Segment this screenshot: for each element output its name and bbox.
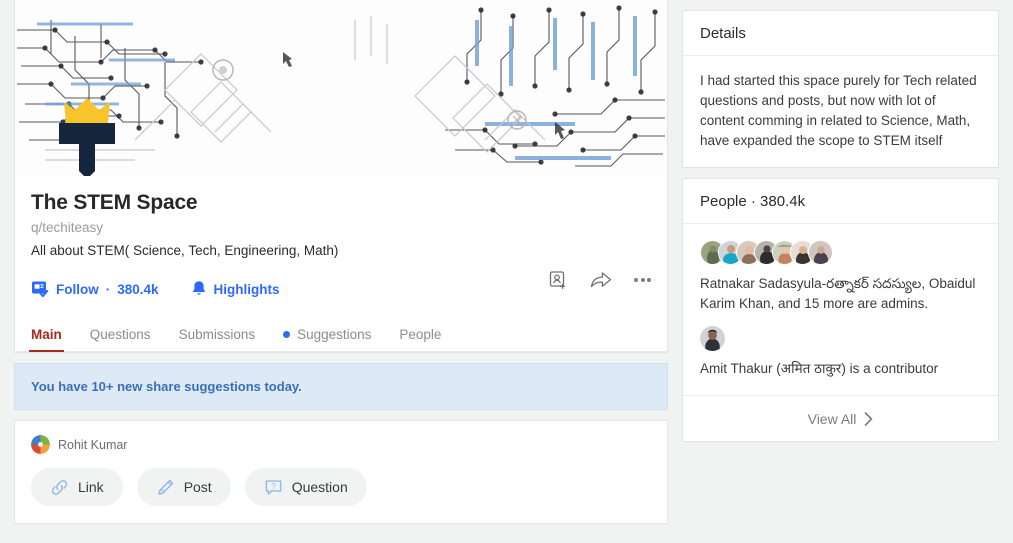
follow-count: 380.4k: [117, 281, 159, 297]
sidebar-column: Details I had started this space purely …: [668, 0, 999, 543]
people-card: People · 380.4k Ratnakar Sadasyula-రత్నా…: [682, 178, 999, 442]
add-question-button[interactable]: ? Question: [244, 468, 367, 506]
follow-separator: ·: [105, 281, 111, 297]
space-identity: The STEM Space q/techiteasy All about ST…: [15, 176, 667, 260]
space-logo: [51, 98, 123, 176]
tab-submissions-label: Submissions: [178, 327, 256, 342]
tab-questions-label: Questions: [89, 327, 151, 342]
composer-user-name: Rohit Kumar: [58, 437, 128, 452]
crown-icon: [64, 98, 110, 123]
composer-actions: Link Post ? Question: [31, 468, 651, 506]
space-page: The STEM Space q/techiteasy All about ST…: [0, 0, 1013, 543]
add-post-label: Post: [183, 479, 212, 495]
details-card: Details I had started this space purely …: [682, 10, 999, 168]
share-button[interactable]: [590, 270, 612, 290]
share-arrow-icon: [590, 272, 612, 288]
tab-main[interactable]: Main: [29, 327, 64, 352]
tab-suggestions[interactable]: Suggestions: [283, 327, 371, 351]
share-suggestions-text: You have 10+ new share suggestions today…: [31, 379, 302, 394]
link-icon: [51, 479, 68, 495]
add-link-button[interactable]: Link: [31, 468, 123, 506]
avatar[interactable]: [700, 326, 725, 351]
contributor-line: Amit Thakur (अमित ठाकुर) is a contributo…: [700, 361, 939, 376]
add-question-label: Question: [291, 479, 348, 495]
composer-card: Rohit Kumar Link Post ? Question: [14, 420, 668, 524]
follow-label: Follow: [56, 281, 99, 297]
space-banner: [15, 0, 667, 176]
avatar[interactable]: [31, 435, 50, 454]
admin-avatar-stack: [700, 239, 981, 265]
tab-submissions[interactable]: Submissions: [179, 327, 256, 351]
avatar[interactable]: [808, 239, 833, 265]
composer-user: Rohit Kumar: [31, 435, 651, 454]
add-post-button[interactable]: Post: [136, 468, 231, 506]
space-profile-card: The STEM Space q/techiteasy All about ST…: [14, 0, 668, 353]
more-options-button[interactable]: [634, 278, 651, 282]
space-tabs: Main Questions Submissions Suggestions P…: [15, 314, 667, 352]
space-description: All about STEM( Science, Tech, Engineeri…: [31, 243, 339, 258]
tab-people[interactable]: People: [399, 327, 441, 351]
tab-suggestions-label: Suggestions: [297, 327, 372, 342]
follow-button[interactable]: Follow · 380.4k: [31, 280, 159, 298]
tab-main-label: Main: [31, 327, 62, 342]
page-title: The STEM Space: [31, 191, 198, 214]
pencil-icon: [158, 479, 174, 495]
invite-button[interactable]: [548, 270, 568, 290]
space-handle: q/techiteasy: [31, 220, 104, 235]
add-person-icon: [549, 271, 566, 290]
tab-people-label: People: [399, 327, 442, 342]
view-all-label: View All: [807, 410, 857, 427]
svg-text:?: ?: [271, 482, 276, 491]
admins-line: Ratnakar Sadasyula-రత్నాకర్ సదస్యుల, Oba…: [700, 276, 976, 311]
details-heading: Details: [683, 11, 998, 56]
more-options-icon: [634, 278, 651, 282]
view-all-people-button[interactable]: View All: [683, 395, 998, 441]
letter-t-logo-icon: [59, 123, 115, 176]
tab-questions[interactable]: Questions: [90, 327, 151, 351]
highlights-label: Highlights: [213, 281, 280, 297]
follow-square-check-icon: [32, 281, 49, 298]
question-bubble-icon: ?: [265, 479, 282, 495]
details-body: I had started this space purely for Tech…: [683, 56, 998, 167]
people-body: Ratnakar Sadasyula-రత్నాకర్ సదస్యుల, Oba…: [683, 224, 998, 395]
unread-dot-icon: [283, 331, 291, 338]
space-action-row: Follow · 380.4k Highlights: [15, 260, 667, 306]
details-text: I had started this space purely for Tech…: [700, 73, 977, 148]
bell-icon: [192, 281, 205, 295]
main-column: The STEM Space q/techiteasy All about ST…: [0, 0, 668, 543]
chevron-right-icon: [865, 411, 873, 426]
highlights-button[interactable]: Highlights: [191, 280, 280, 298]
add-link-label: Link: [78, 479, 104, 495]
share-suggestions-banner[interactable]: You have 10+ new share suggestions today…: [14, 363, 668, 410]
space-secondary-actions: [548, 270, 651, 290]
people-heading: People · 380.4k: [683, 179, 998, 224]
